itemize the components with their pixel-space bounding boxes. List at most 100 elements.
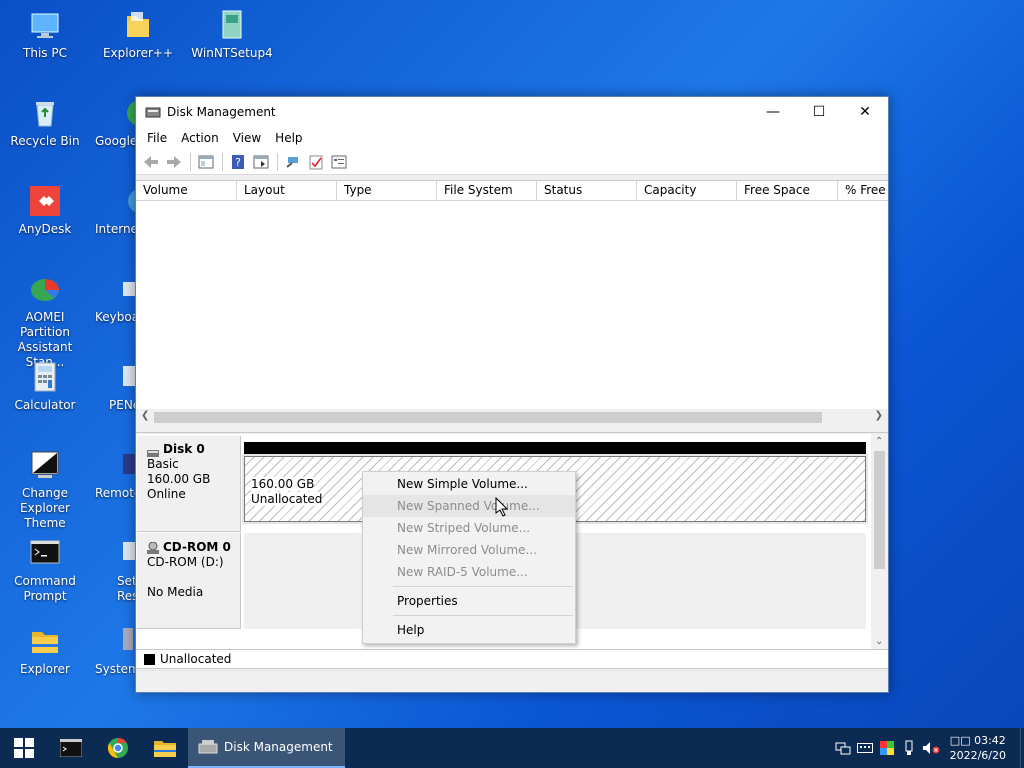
clock[interactable]: □□ 03:42 2022/6/20 xyxy=(942,733,1020,763)
toolbar-separator xyxy=(190,152,191,171)
terminal-icon xyxy=(28,536,62,570)
desktop-icon-internet[interactable]: Internet xyxy=(95,184,139,237)
menu-help[interactable]: Help xyxy=(268,131,309,145)
check-icon[interactable] xyxy=(305,152,327,172)
theme-icon xyxy=(28,448,62,482)
show-desktop-button[interactable] xyxy=(1020,728,1024,768)
desktop-icon-google[interactable]: Google xyxy=(95,96,139,149)
desktop-icon-winntsetup[interactable]: WinNTSetup4 xyxy=(189,8,275,61)
pane-splitter[interactable] xyxy=(136,426,888,433)
taskbar-disk-management[interactable]: Disk Management xyxy=(188,728,345,768)
forward-arrow-icon[interactable] xyxy=(163,152,185,172)
properties-icon[interactable] xyxy=(328,152,350,172)
close-button[interactable]: ✕ xyxy=(842,97,888,127)
connect-icon[interactable] xyxy=(282,152,304,172)
desktop-icon-command-prompt[interactable]: Command Prompt xyxy=(2,536,88,604)
minimize-button[interactable]: — xyxy=(750,97,796,127)
scrollbar-thumb[interactable] xyxy=(154,412,822,423)
desktop-icon-set-resolution[interactable]: Set Reso xyxy=(95,536,139,604)
desktop-icon-aomei[interactable]: AOMEI Partition Assistant Stan... xyxy=(2,272,88,370)
taskbar: Disk Management □□ 03:42 2022/6/20 xyxy=(0,728,1024,768)
column-type[interactable]: Type xyxy=(337,181,437,201)
vertical-scrollbar[interactable]: ⌃ ⌄ xyxy=(871,434,888,649)
column-status[interactable]: Status xyxy=(537,181,637,201)
disk-0-name: Disk 0 xyxy=(163,442,205,456)
folder-icon xyxy=(28,624,62,658)
column-volume[interactable]: Volume xyxy=(136,181,237,201)
disk-0-state: Online xyxy=(147,487,186,501)
scroll-right-icon[interactable]: ❯ xyxy=(875,410,883,421)
disk-management-icon xyxy=(198,740,218,754)
desktop-icon-penetwork[interactable]: PENe xyxy=(95,360,139,413)
menu-file[interactable]: File xyxy=(140,131,174,145)
desktop-icon-explorer[interactable]: Explorer xyxy=(2,624,88,677)
anydesk-icon xyxy=(28,184,62,218)
menu-separator xyxy=(393,615,573,616)
toolbar-separator xyxy=(222,152,223,171)
mouse-cursor-icon xyxy=(495,496,509,517)
usb-icon[interactable] xyxy=(898,728,920,768)
scroll-up-icon[interactable]: ⌃ xyxy=(875,436,883,447)
menu-view[interactable]: View xyxy=(226,131,268,145)
start-button[interactable] xyxy=(0,728,47,768)
network-icon[interactable] xyxy=(832,728,854,768)
context-menu: New Simple Volume... New Spanned Volume.… xyxy=(362,471,576,644)
toolbar: ? xyxy=(136,149,888,175)
keyboard-icon[interactable] xyxy=(854,728,876,768)
column-capacity[interactable]: Capacity xyxy=(637,181,737,201)
clock-date: 2022/6/20 xyxy=(949,749,1006,762)
taskbar-chrome[interactable] xyxy=(94,728,141,768)
menu-new-spanned-volume: New Spanned Volume... xyxy=(363,495,575,517)
maximize-button[interactable]: ☐ xyxy=(796,97,842,127)
desktop-icon-this-pc[interactable]: This PC xyxy=(2,8,88,61)
desktop-icon-keyboard[interactable]: Keyboa xyxy=(95,272,139,325)
partition-status: Unallocated xyxy=(251,492,323,506)
clock-prefix: □□ xyxy=(949,734,971,747)
cdrom-0-label[interactable]: CD-ROM 0 CD-ROM (D:) No Media xyxy=(137,533,241,629)
desktop-icon-change-explorer-theme[interactable]: Change Explorer Theme xyxy=(2,448,88,531)
horizontal-scrollbar[interactable]: ❮ ❯ xyxy=(136,409,888,426)
desktop-icon-system[interactable]: System xyxy=(95,624,139,677)
volume-muted-icon[interactable] xyxy=(920,728,942,768)
taskbar-explorer[interactable] xyxy=(141,728,188,768)
system-tray: □□ 03:42 2022/6/20 xyxy=(832,728,1024,768)
volume-list-header: Volume Layout Type File System Status Ca… xyxy=(136,181,888,201)
back-arrow-icon[interactable] xyxy=(140,152,162,172)
column-file-system[interactable]: File System xyxy=(437,181,537,201)
disk-0-type: Basic xyxy=(147,457,179,471)
desktop-icon-explorerpp[interactable]: Explorer++ xyxy=(95,8,181,61)
disk-management-icon xyxy=(145,105,161,119)
disk-icon xyxy=(147,446,159,457)
scroll-left-icon[interactable]: ❮ xyxy=(141,410,149,421)
scrollbar-thumb[interactable] xyxy=(874,451,885,569)
recycle-bin-icon xyxy=(28,96,62,130)
title-bar[interactable]: Disk Management — ☐ ✕ xyxy=(136,97,888,127)
column-free-space[interactable]: Free Space xyxy=(737,181,838,201)
menu-separator xyxy=(393,586,573,587)
desktop-icon-remote[interactable]: Remote xyxy=(95,448,139,501)
show-hide-console-icon[interactable] xyxy=(195,152,217,172)
installer-icon xyxy=(215,8,249,42)
column-layout[interactable]: Layout xyxy=(237,181,337,201)
menu-properties[interactable]: Properties xyxy=(363,590,575,612)
show-hide-action-pane-icon[interactable] xyxy=(250,152,272,172)
disk-0-label[interactable]: Disk 0 Basic 160.00 GB Online xyxy=(137,436,241,532)
volume-list[interactable]: Volume Layout Type File System Status Ca… xyxy=(136,180,888,426)
menu-new-simple-volume[interactable]: New Simple Volume... xyxy=(363,473,575,495)
desktop-icon-recycle-bin[interactable]: Recycle Bin xyxy=(2,96,88,149)
calculator-icon xyxy=(28,360,62,394)
taskbar-command-prompt[interactable] xyxy=(47,728,94,768)
scroll-down-icon[interactable]: ⌄ xyxy=(875,636,883,647)
menu-help-item[interactable]: Help xyxy=(363,619,575,641)
column-percent-free[interactable]: % Free xyxy=(838,181,888,201)
menu-action[interactable]: Action xyxy=(174,131,226,145)
monitor-icon xyxy=(28,8,62,42)
desktop-icon-anydesk[interactable]: AnyDesk xyxy=(2,184,88,237)
cdrom-0-type: CD-ROM (D:) xyxy=(147,555,224,569)
color-icon[interactable] xyxy=(876,728,898,768)
desktop-icon-calculator[interactable]: Calculator xyxy=(2,360,88,413)
folder-icon xyxy=(153,741,176,757)
disk-0-size: 160.00 GB xyxy=(147,472,211,486)
help-icon[interactable]: ? xyxy=(227,152,249,172)
menu-new-mirrored-volume: New Mirrored Volume... xyxy=(397,543,537,557)
